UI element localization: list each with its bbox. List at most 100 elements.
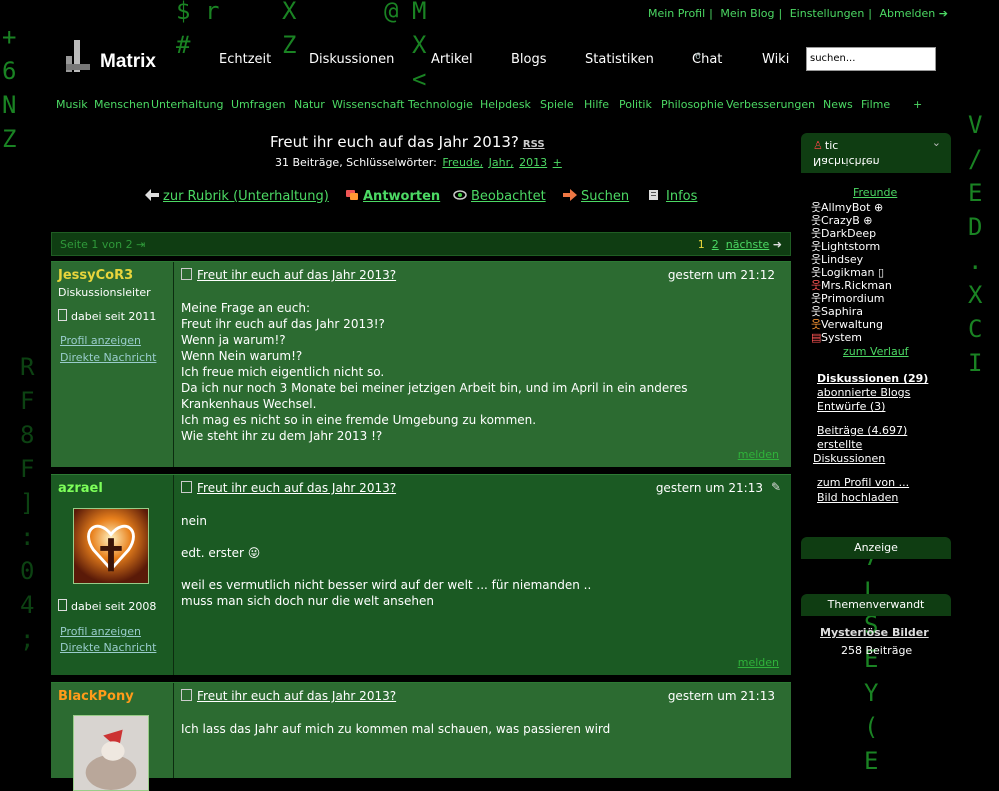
friend-name: Primordium <box>821 292 885 305</box>
cat-wissenschaft[interactable]: Wissenschaft <box>332 98 404 111</box>
cat-menschen[interactable]: Menschen <box>94 98 150 111</box>
author-name[interactable]: BlackPony <box>58 689 134 704</box>
view-profile-link[interactable]: Profil anzeigen <box>60 334 141 347</box>
created-discussions-link[interactable]: erstellte <box>817 438 862 451</box>
user-figure-icon: ♙ <box>813 139 823 152</box>
view-profile-link[interactable]: Profil anzeigen <box>60 625 141 638</box>
post-title[interactable]: Freut ihr euch auf das Jahr 2013? <box>181 481 396 495</box>
related-heading: Themenverwandt <box>801 594 951 616</box>
post: JessyCoR3 Diskussionsleiter dabei seit 2… <box>51 261 791 467</box>
related-topic-link[interactable]: Mysteriöse Bilder <box>820 626 929 639</box>
friend-item[interactable]: 웃Primordium <box>811 292 892 305</box>
nav-diskussionen[interactable]: Diskussionen <box>309 52 394 67</box>
cat-politik[interactable]: Politik <box>619 98 652 111</box>
pager-page-2[interactable]: 2 <box>712 238 719 251</box>
nav-wiki[interactable]: Wiki <box>762 52 789 67</box>
drafts-link[interactable]: Entwürfe (3) <box>817 400 885 413</box>
nav-statistiken[interactable]: Statistiken <box>585 52 654 67</box>
member-since-text: dabei seit 2008 <box>71 600 157 613</box>
cat-filme[interactable]: Filme <box>861 98 890 111</box>
post-title-text: Freut ihr euch auf das Jahr 2013? <box>197 481 397 495</box>
nav-blogs[interactable]: Blogs <box>511 52 547 67</box>
friend-item[interactable]: 웃Logikman ▯ <box>811 266 892 279</box>
friend-item[interactable]: 웃Mrs.Rickman <box>811 279 892 292</box>
my-discussions-link[interactable]: Diskussionen (29) <box>817 372 928 385</box>
search-thread-button[interactable]: Suchen <box>563 189 629 204</box>
nav-echtzeit[interactable]: Echtzeit <box>219 52 271 67</box>
avatar[interactable] <box>73 508 149 584</box>
friend-item[interactable]: 웃Lindsey <box>811 253 892 266</box>
my-profile-link[interactable]: Mein Profil <box>648 7 705 20</box>
matrix-rain: M X < <box>412 0 427 93</box>
cat-verbesserungen[interactable]: Verbesserungen <box>726 98 815 111</box>
friend-item[interactable]: 웃Verwaltung <box>811 318 892 331</box>
report-link[interactable]: melden <box>738 448 779 461</box>
cat-unterhaltung[interactable]: Unterhaltung <box>151 98 223 111</box>
post-title[interactable]: Freut ihr euch auf das Jahr 2013? <box>181 689 396 703</box>
matrix-rain: 7 L S E Y ( E <box>864 543 879 775</box>
pager-next[interactable]: nächste <box>726 238 770 251</box>
friends-heading[interactable]: Freunde <box>853 186 897 199</box>
site-logo[interactable]: Matrix <box>66 40 176 76</box>
created-discussions-link-2[interactable]: Diskussionen <box>813 452 885 465</box>
rss-link[interactable]: RSS <box>523 139 545 150</box>
friend-item[interactable]: 웃Lightstorm <box>811 240 892 253</box>
friend-item[interactable]: 웃DarkDeep <box>811 227 892 240</box>
friend-item[interactable]: 웃CrazyB ⊕ <box>811 214 892 227</box>
search-input[interactable]: suchen... <box>806 47 936 71</box>
watch-button[interactable]: Beobachtet <box>453 189 546 204</box>
direct-message-link[interactable]: Direkte Nachricht <box>60 351 156 364</box>
friend-item[interactable]: 웃Saphira <box>811 305 892 318</box>
nav-artikel[interactable]: Artikel <box>431 52 473 67</box>
post-title-text: Freut ihr euch auf das Jahr 2013? <box>197 268 397 282</box>
my-blog-link[interactable]: Mein Blog <box>720 7 774 20</box>
user-figure-icon: 웃 <box>811 266 822 279</box>
pager-page-1[interactable]: 1 <box>698 238 705 251</box>
to-profile-link[interactable]: zum Profil von ... <box>817 476 909 489</box>
top-links: Mein Profil | Mein Blog | Einstellungen | A… <box>647 7 948 20</box>
report-link[interactable]: melden <box>738 656 779 669</box>
tag-2013[interactable]: 2013 <box>519 156 547 169</box>
settings-link[interactable]: Einstellungen <box>790 7 865 20</box>
matrix-rain: + 6 N Z <box>2 23 17 153</box>
current-user[interactable]: ♙ tic <box>813 139 838 152</box>
direct-message-link[interactable]: Direkte Nachricht <box>60 641 156 654</box>
arrow-left-icon <box>145 189 159 201</box>
cat-umfragen[interactable]: Umfragen <box>231 98 286 111</box>
subscribed-blogs-link[interactable]: abonnierte Blogs <box>817 386 910 399</box>
cat-more[interactable]: + <box>913 98 922 111</box>
tag-jahr[interactable]: Jahr, <box>489 156 514 169</box>
cat-helpdesk[interactable]: Helpdesk <box>480 98 531 111</box>
tag-freude[interactable]: Freude, <box>442 156 483 169</box>
author-name[interactable]: azrael <box>58 481 103 496</box>
messages-flipped-text[interactable]: Nachrichten <box>813 155 880 168</box>
logout-link[interactable]: Abmelden ➔ <box>880 7 948 20</box>
post-title[interactable]: Freut ihr euch auf das Jahr 2013? <box>181 268 396 282</box>
reply-button[interactable]: Antworten <box>345 189 440 204</box>
history-link[interactable]: zum Verlauf <box>843 345 909 358</box>
info-button[interactable]: Infos <box>648 189 697 204</box>
avatar[interactable] <box>73 715 149 791</box>
cat-news[interactable]: News <box>823 98 853 111</box>
jump-icon[interactable]: ⇥ <box>136 238 145 251</box>
page-indicator-text: Seite 1 von 2 <box>60 238 133 251</box>
cat-technologie[interactable]: Technologie <box>408 98 473 111</box>
member-icon <box>58 599 67 611</box>
cat-hilfe[interactable]: Hilfe <box>584 98 609 111</box>
tag-add[interactable]: + <box>553 156 562 169</box>
friend-item[interactable]: ▤System <box>811 331 892 344</box>
chevron-down-icon[interactable]: ⌄ <box>932 136 941 149</box>
pager-bar: Seite 1 von 2 ⇥ 1 2 nächste ➜ <box>51 232 791 256</box>
cat-spiele[interactable]: Spiele <box>540 98 574 111</box>
friend-item[interactable]: 웃AllmyBot ⊕ <box>811 201 892 214</box>
author-name[interactable]: JessyCoR3 <box>58 268 133 283</box>
my-posts-link[interactable]: Beiträge (4.697) <box>817 424 907 437</box>
user-figure-icon: 웃 <box>811 318 822 331</box>
cat-natur[interactable]: Natur <box>294 98 325 111</box>
back-to-category-button[interactable]: zur Rubrik (Unterhaltung) <box>145 189 329 204</box>
cat-musik[interactable]: Musik <box>56 98 88 111</box>
edit-icon[interactable]: ✎ <box>771 480 781 494</box>
upload-image-link[interactable]: Bild hochladen <box>817 491 898 504</box>
cat-philosophie[interactable]: Philosophie <box>661 98 724 111</box>
user-figure-icon: 웃 <box>811 227 822 240</box>
